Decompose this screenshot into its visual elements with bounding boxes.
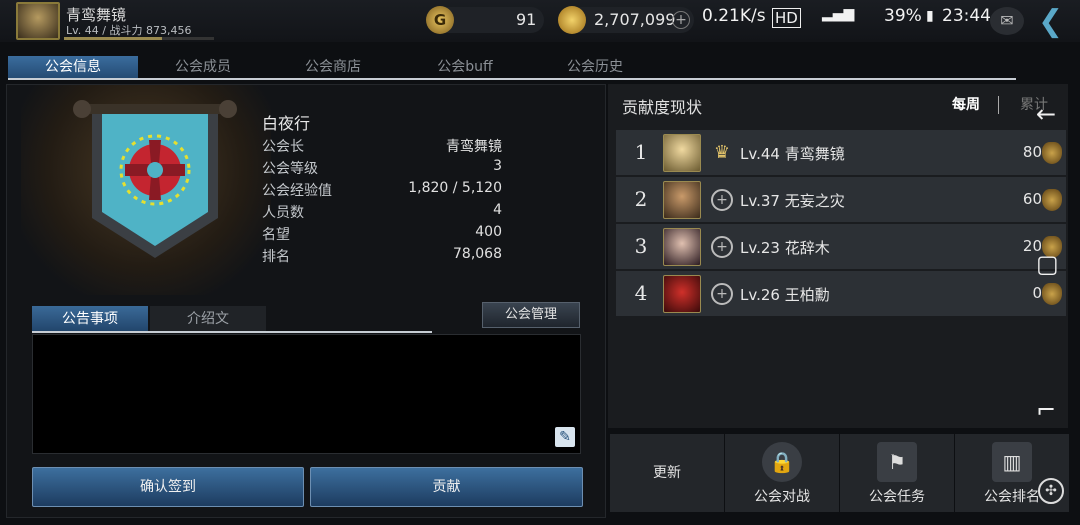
notice-textarea[interactable] — [32, 334, 581, 454]
tab-guild-shop[interactable]: 公会商店 — [268, 56, 398, 78]
contribution-row[interactable]: 2 + Lv.37 无妄之灾 60 — [616, 177, 1066, 223]
member-avatar — [663, 228, 701, 266]
lock-icon: 🔒 — [762, 442, 802, 482]
medal-icon — [1042, 142, 1062, 164]
player-avatar[interactable] — [16, 2, 60, 40]
clock: 23:44 — [942, 6, 991, 26]
assistive-touch-icon[interactable]: ✣ — [1038, 478, 1064, 504]
member-points: 0 — [1032, 284, 1042, 302]
gold-currency-value: 2,707,099 — [594, 10, 676, 29]
player-stats: Lv. 44 / 战斗力 873,456 — [66, 24, 192, 37]
network-speed: 0.21K/s — [702, 6, 766, 26]
row-rank: 2 — [634, 187, 648, 211]
contribute-button[interactable]: 贡献 — [310, 467, 583, 507]
tab-guild-members[interactable]: 公会成员 — [138, 56, 268, 78]
info-value-exp: 1,820 / 5,120 — [408, 180, 502, 196]
info-value-level: 3 — [493, 158, 502, 174]
member-level-name: Lv.44 青鸾舞镜 — [740, 145, 845, 163]
guild-emblem-banner — [73, 100, 237, 258]
info-label-exp: 公会经验值 — [262, 183, 332, 199]
crosshair-icon: + — [711, 283, 733, 305]
tab-guild-buff[interactable]: 公会buff — [400, 56, 530, 78]
refresh-button[interactable]: 更新 — [610, 434, 724, 512]
mission-flag-icon: ⚑ — [877, 442, 917, 482]
contribution-title: 贡献度现状 — [622, 98, 703, 117]
guild-battle-label: 公会对战 — [754, 489, 810, 505]
contribution-row[interactable]: 3 + Lv.23 花辞木 20 — [616, 224, 1066, 270]
add-gold-button[interactable]: + — [672, 11, 690, 29]
leader-crown-icon: ♛ — [713, 142, 731, 163]
side-home-icon[interactable]: ▢ — [1036, 250, 1059, 278]
row-rank: 1 — [634, 140, 648, 164]
tab-guild-info[interactable]: 公会信息 — [8, 56, 138, 78]
tab-weekly[interactable]: 每周 — [952, 94, 980, 114]
battery-icon: ▮ — [926, 8, 934, 24]
info-label-ranking: 排名 — [262, 249, 290, 265]
member-points: 60 — [1022, 190, 1042, 208]
guild-battle-button[interactable]: 🔒 公会对战 — [725, 434, 839, 512]
signal-icon: ▂▄▆ — [822, 6, 855, 22]
info-value-reputation: 400 — [475, 224, 502, 240]
member-avatar — [663, 134, 701, 172]
guild-tab-bar: 公会信息 公会成员 公会商店 公会buff 公会历史 — [8, 56, 1016, 80]
refresh-label: 更新 — [653, 465, 681, 481]
hd-badge: HD — [772, 8, 801, 28]
tab-guild-history[interactable]: 公会历史 — [530, 56, 660, 78]
info-value-members: 4 — [493, 202, 502, 218]
medal-icon — [1042, 283, 1062, 305]
podium-icon: ▥ — [992, 442, 1032, 482]
member-level-name: Lv.26 王柏勳 — [740, 286, 830, 304]
guild-manage-button[interactable]: 公会管理 — [482, 302, 580, 328]
guild-mission-label: 公会任务 — [869, 489, 925, 505]
guild-name: 白夜行 — [262, 114, 311, 133]
g-currency-value: 91 — [516, 10, 537, 29]
g-coin-icon: G — [426, 6, 454, 34]
info-label-members: 人员数 — [262, 205, 304, 221]
mail-icon[interactable]: ✉ — [990, 7, 1024, 35]
player-level-bar — [64, 37, 214, 40]
tab-introduction[interactable]: 介绍文 — [150, 306, 266, 332]
member-level-name: Lv.37 无妄之灾 — [740, 192, 845, 210]
crosshair-icon: + — [711, 189, 733, 211]
row-rank: 3 — [634, 234, 648, 258]
guild-mission-button[interactable]: ⚑ 公会任务 — [840, 434, 954, 512]
battery-level: 39% — [884, 6, 922, 26]
member-avatar — [663, 181, 701, 219]
info-label-leader: 公会长 — [262, 139, 304, 155]
member-points: 80 — [1022, 143, 1042, 161]
crosshair-icon: + — [711, 236, 733, 258]
info-value-leader: 青鸾舞镜 — [446, 139, 502, 155]
member-level-name: Lv.23 花辞木 — [740, 239, 830, 257]
info-value-ranking: 78,068 — [453, 246, 502, 262]
tab-divider — [998, 96, 999, 114]
checkin-button[interactable]: 确认签到 — [32, 467, 304, 507]
info-label-level: 公会等级 — [262, 161, 318, 177]
tab-notice[interactable]: 公告事项 — [32, 306, 148, 332]
subtab-underline — [32, 331, 432, 333]
contribution-row[interactable]: 1 ♛ Lv.44 青鸾舞镜 80 — [616, 130, 1066, 176]
contribution-row[interactable]: 4 + Lv.26 王柏勳 0 — [616, 271, 1066, 317]
info-label-reputation: 名望 — [262, 227, 290, 243]
member-avatar — [663, 275, 701, 313]
medal-icon — [1042, 189, 1062, 211]
side-recent-icon[interactable]: ⌐ — [1036, 396, 1056, 424]
edit-icon[interactable]: ✎ — [555, 427, 575, 447]
back-arrow-icon[interactable]: ❮ — [1038, 4, 1063, 39]
gold-coin-icon — [558, 6, 586, 34]
side-back-icon[interactable]: ← — [1036, 100, 1056, 128]
row-rank: 4 — [634, 281, 648, 305]
